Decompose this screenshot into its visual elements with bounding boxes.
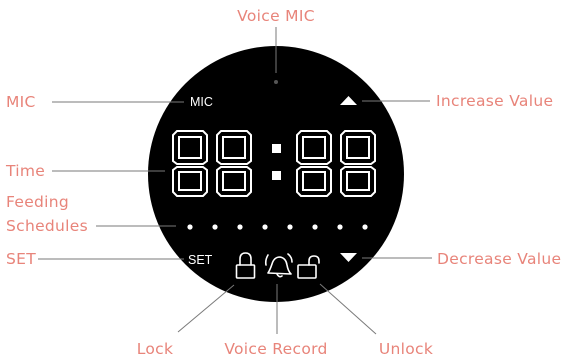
schedule-dot xyxy=(237,224,243,230)
schedule-dot xyxy=(362,224,368,230)
display-colon-top xyxy=(272,144,281,153)
label-increase-value: Increase Value xyxy=(436,92,553,110)
label-lock: Lock xyxy=(137,340,174,357)
label-unlock: Unlock xyxy=(379,340,433,357)
label-voice-mic: Voice MIC xyxy=(237,7,315,25)
schedule-dot xyxy=(337,224,343,230)
schedule-dot xyxy=(312,224,318,230)
label-set: SET xyxy=(6,250,36,268)
control-panel-diagram: MIC SET Voice MIC MIC Increase Value Tim… xyxy=(5,7,561,357)
schedule-dot xyxy=(262,224,268,230)
label-time: Time xyxy=(5,162,45,180)
schedule-dot xyxy=(187,224,193,230)
panel-mic-text: MIC xyxy=(190,95,213,109)
label-feeding-schedules-line2: Schedules xyxy=(6,217,88,235)
schedule-dot xyxy=(287,224,293,230)
label-feeding-schedules-line1: Feeding xyxy=(6,193,69,211)
label-mic: MIC xyxy=(6,93,36,111)
display-colon-bottom xyxy=(272,171,281,180)
panel-set-button[interactable]: SET xyxy=(188,253,213,267)
schedule-dot xyxy=(212,224,218,230)
mic-hole-icon xyxy=(274,80,278,84)
label-voice-record: Voice Record xyxy=(224,340,327,357)
label-decrease-value: Decrease Value xyxy=(437,250,561,268)
leader-lock xyxy=(177,284,235,333)
leader-unlock xyxy=(319,283,377,335)
